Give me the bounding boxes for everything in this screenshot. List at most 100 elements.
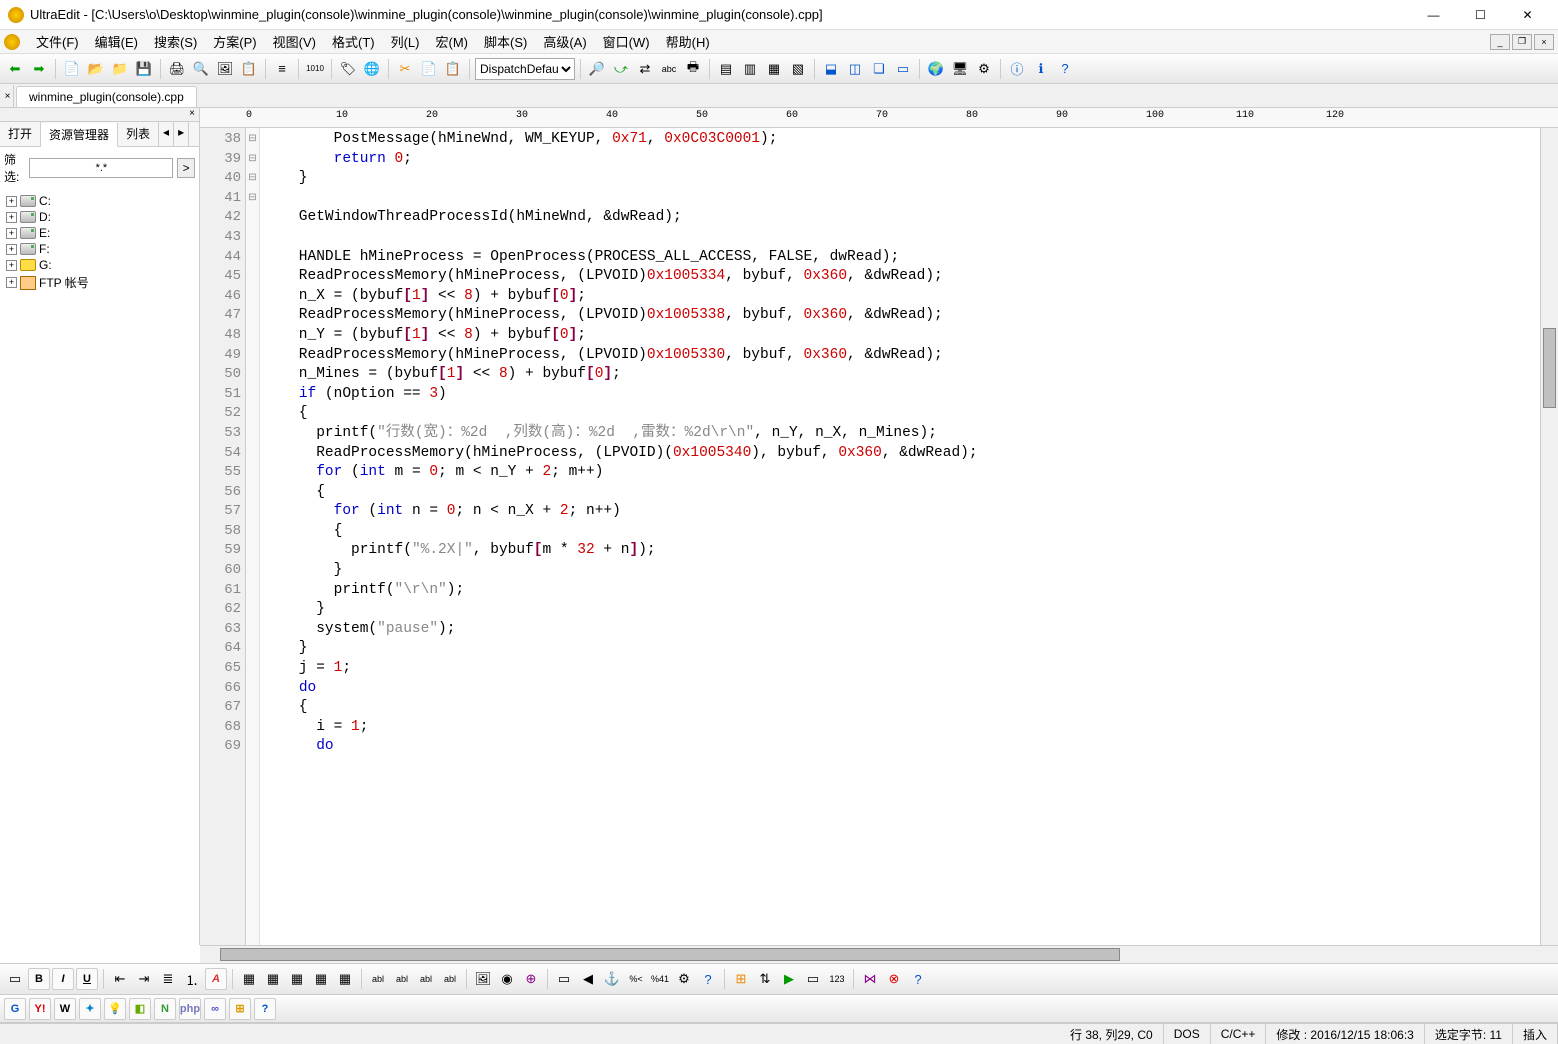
web-btn-4[interactable]: 💡: [104, 998, 126, 1020]
web-btn-9[interactable]: ⊞: [229, 998, 251, 1020]
grid5-icon[interactable]: ▦: [334, 968, 356, 990]
tree-item[interactable]: +D:: [2, 209, 197, 225]
open-fast-icon[interactable]: 📁: [109, 58, 131, 80]
tree-item[interactable]: +FTP 帐号: [2, 273, 197, 292]
menu-编辑(E)[interactable]: 编辑(E): [87, 30, 146, 53]
mdi-minimize[interactable]: _: [1490, 34, 1510, 50]
copy-icon[interactable]: 📄: [418, 58, 440, 80]
help3-icon[interactable]: ?: [907, 968, 929, 990]
mdi-restore[interactable]: ❐: [1512, 34, 1532, 50]
tag1-icon[interactable]: abl: [367, 968, 389, 990]
perc2-icon[interactable]: %41: [649, 968, 671, 990]
cfg-icon[interactable]: ⚙: [673, 968, 695, 990]
arrange-icon[interactable]: ▭: [892, 58, 914, 80]
web-btn-0[interactable]: G: [4, 998, 26, 1020]
prev-icon[interactable]: ◀: [577, 968, 599, 990]
bold-button[interactable]: B: [28, 968, 50, 990]
side-tab-explorer[interactable]: 资源管理器: [41, 123, 118, 147]
tile-h-icon[interactable]: ⬓: [820, 58, 842, 80]
print2-icon[interactable]: 🖶: [682, 58, 704, 80]
grid1-icon[interactable]: ▦: [238, 968, 260, 990]
vertical-scrollbar[interactable]: [1540, 128, 1558, 945]
web-icon[interactable]: 🌍: [925, 58, 947, 80]
menu-视图(V)[interactable]: 视图(V): [265, 30, 324, 53]
html-icon[interactable]: ▭: [4, 968, 26, 990]
tree-item[interactable]: +C:: [2, 193, 197, 209]
tag4-icon[interactable]: abl: [439, 968, 461, 990]
side-tab-prev[interactable]: ◂: [159, 122, 174, 146]
tree-item[interactable]: +E:: [2, 225, 197, 241]
horizontal-scrollbar[interactable]: [200, 945, 1558, 963]
outdent-icon[interactable]: ⇤: [109, 968, 131, 990]
play-icon[interactable]: ▶: [778, 968, 800, 990]
open-file-icon[interactable]: 📂: [85, 58, 107, 80]
num-icon[interactable]: 123: [826, 968, 848, 990]
bullets-icon[interactable]: ≣: [157, 968, 179, 990]
tag-icon[interactable]: 🏷: [337, 58, 359, 80]
web-btn-1[interactable]: Y!: [29, 998, 51, 1020]
align-right-icon[interactable]: ▦: [763, 58, 785, 80]
italic-button[interactable]: I: [52, 968, 74, 990]
tag2-icon[interactable]: abl: [391, 968, 413, 990]
paste-icon[interactable]: 📋: [442, 58, 464, 80]
grid4-icon[interactable]: ▦: [310, 968, 332, 990]
menu-高级(A)[interactable]: 高级(A): [535, 30, 594, 53]
menu-宏(M)[interactable]: 宏(M): [427, 30, 476, 53]
web-btn-10[interactable]: ?: [254, 998, 276, 1020]
info-icon[interactable]: ⓘ: [1006, 58, 1028, 80]
align-center-icon[interactable]: ▥: [739, 58, 761, 80]
underline-button[interactable]: U: [76, 968, 98, 990]
find-icon[interactable]: 🔎: [586, 58, 608, 80]
grid2-icon[interactable]: ▦: [262, 968, 284, 990]
anchor-icon[interactable]: ⚓: [601, 968, 623, 990]
tile-v-icon[interactable]: ◫: [844, 58, 866, 80]
print-icon[interactable]: 🖨: [166, 58, 188, 80]
web-btn-3[interactable]: ✦: [79, 998, 101, 1020]
forward-icon[interactable]: ➡: [28, 58, 50, 80]
menu-文件(F)[interactable]: 文件(F): [28, 30, 87, 53]
replace-icon[interactable]: ⇄: [634, 58, 656, 80]
side-tab-open[interactable]: 打开: [0, 122, 41, 146]
help2-icon[interactable]: ?: [697, 968, 719, 990]
align-left-icon[interactable]: ▤: [715, 58, 737, 80]
rec-icon[interactable]: ◉: [496, 968, 518, 990]
font-button[interactable]: A: [205, 968, 227, 990]
numbered-icon[interactable]: ⒈: [181, 968, 203, 990]
panel-close-icon[interactable]: ×: [0, 108, 199, 122]
circle-icon[interactable]: ⊕: [520, 968, 542, 990]
function-combo[interactable]: DispatchDefau: [475, 58, 575, 80]
ab-icon[interactable]: ▭: [802, 968, 824, 990]
side-tab-next[interactable]: ▸: [174, 122, 189, 146]
help-icon[interactable]: ?: [1054, 58, 1076, 80]
grid-icon[interactable]: ⊞: [730, 968, 752, 990]
menu-帮助(H)[interactable]: 帮助(H): [658, 30, 718, 53]
tag3-icon[interactable]: abl: [415, 968, 437, 990]
align-just-icon[interactable]: ▧: [787, 58, 809, 80]
cut-icon[interactable]: ✂: [394, 58, 416, 80]
about-icon[interactable]: ℹ: [1030, 58, 1052, 80]
vs-icon[interactable]: ⋈: [859, 968, 881, 990]
indent-icon[interactable]: ⇥: [133, 968, 155, 990]
save-icon[interactable]: 💾: [133, 58, 155, 80]
expand-icon[interactable]: +: [6, 196, 17, 207]
find-files-icon[interactable]: abc: [658, 58, 680, 80]
maximize-button[interactable]: ☐: [1458, 1, 1503, 29]
doc-icon2[interactable]: 📋: [238, 58, 260, 80]
img-icon[interactable]: 🖼: [214, 58, 236, 80]
image-icon[interactable]: 🖼: [472, 968, 494, 990]
tree-item[interactable]: +G:: [2, 257, 197, 273]
menu-脚本(S)[interactable]: 脚本(S): [476, 30, 535, 53]
cascade-icon[interactable]: ❏: [868, 58, 890, 80]
globe-run-icon[interactable]: 🌐: [361, 58, 383, 80]
expand-icon[interactable]: +: [6, 212, 17, 223]
filter-input[interactable]: [29, 158, 173, 178]
close-button[interactable]: ✕: [1505, 1, 1550, 29]
menu-方案(P)[interactable]: 方案(P): [205, 30, 264, 53]
mdi-close[interactable]: ×: [1534, 34, 1554, 50]
back-icon[interactable]: ⬅: [4, 58, 26, 80]
expand-icon[interactable]: +: [6, 244, 17, 255]
code-view[interactable]: PostMessage(hMineWnd, WM_KEYUP, 0x71, 0x…: [260, 128, 1540, 945]
monitor-icon[interactable]: 🖥: [949, 58, 971, 80]
diff-icon[interactable]: ⇅: [754, 968, 776, 990]
expand-icon[interactable]: +: [6, 277, 17, 288]
